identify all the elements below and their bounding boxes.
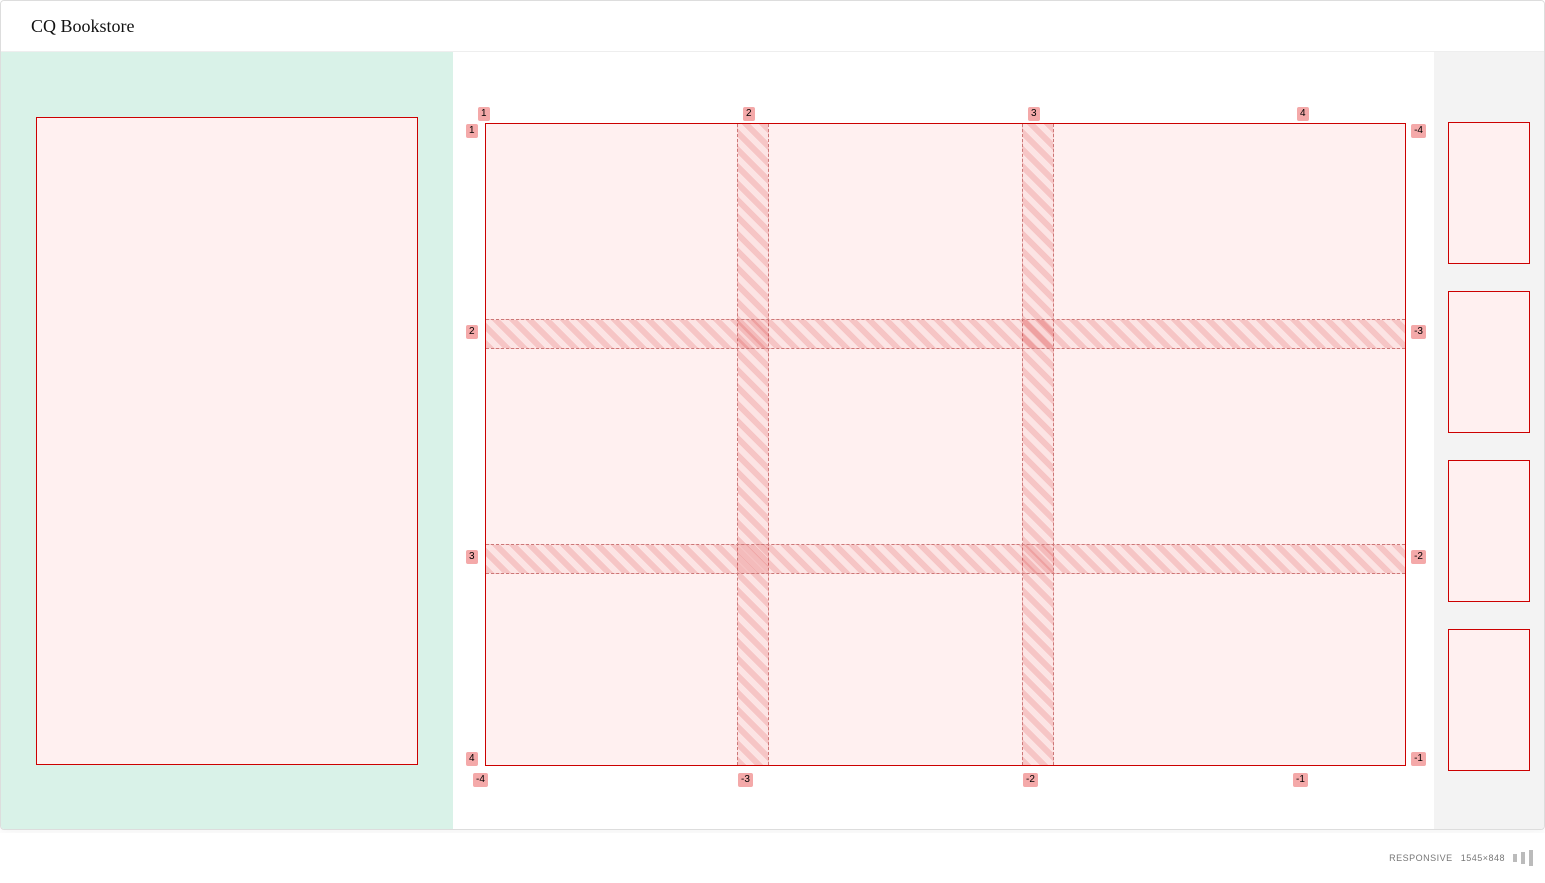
row-gap-1: [486, 319, 1405, 349]
responsive-bar-2: [1521, 852, 1525, 864]
row-label-right-4: -1: [1411, 752, 1426, 766]
col-label-top-3: 3: [1028, 107, 1040, 121]
responsive-bar-3: [1529, 850, 1533, 866]
row-label-right-3: -2: [1411, 550, 1426, 564]
right-pane: [1434, 52, 1544, 829]
row-label-left-4: 4: [466, 752, 478, 766]
col-label-top-4: 4: [1297, 107, 1309, 121]
col-label-bottom-1: -4: [473, 773, 488, 787]
status-bar: responsive 1545×848: [0, 833, 1545, 883]
right-thumb-1[interactable]: [1448, 122, 1530, 264]
row-label-right-2: -3: [1411, 325, 1426, 339]
responsive-bar-1: [1513, 854, 1517, 862]
right-thumb-4[interactable]: [1448, 629, 1530, 771]
content-body: 1 2 3 4 -4 -3 -2 -1 1 2 3 4 -4 -3 -2 -1: [1, 52, 1544, 829]
app-title: CQ Bookstore: [31, 16, 135, 37]
col-label-top-1: 1: [478, 107, 490, 121]
left-placeholder[interactable]: [36, 117, 418, 765]
status-responsive: responsive: [1389, 853, 1453, 863]
header: CQ Bookstore: [1, 1, 1544, 52]
col-label-top-2: 2: [743, 107, 755, 121]
status-bar-right: responsive 1545×848: [1389, 850, 1533, 866]
app-frame: CQ Bookstore 1 2 3 4 -4 -3 -2 -1 1: [0, 0, 1545, 830]
grid-area[interactable]: [485, 123, 1406, 766]
left-pane: [1, 52, 453, 829]
right-thumb-2[interactable]: [1448, 291, 1530, 433]
col-label-bottom-2: -3: [738, 773, 753, 787]
responsive-icon[interactable]: [1513, 850, 1533, 866]
row-label-right-1: -4: [1411, 124, 1426, 138]
column-gap-1: [737, 124, 769, 765]
row-label-left-2: 2: [466, 325, 478, 339]
status-size: 1545×848: [1461, 853, 1505, 863]
col-label-bottom-4: -1: [1293, 773, 1308, 787]
row-label-left-1: 1: [466, 124, 478, 138]
col-label-bottom-3: -2: [1023, 773, 1038, 787]
column-gap-2: [1022, 124, 1054, 765]
right-thumb-3[interactable]: [1448, 460, 1530, 602]
row-label-left-3: 3: [466, 550, 478, 564]
center-pane: 1 2 3 4 -4 -3 -2 -1 1 2 3 4 -4 -3 -2 -1: [453, 52, 1434, 829]
row-gap-2: [486, 544, 1405, 574]
